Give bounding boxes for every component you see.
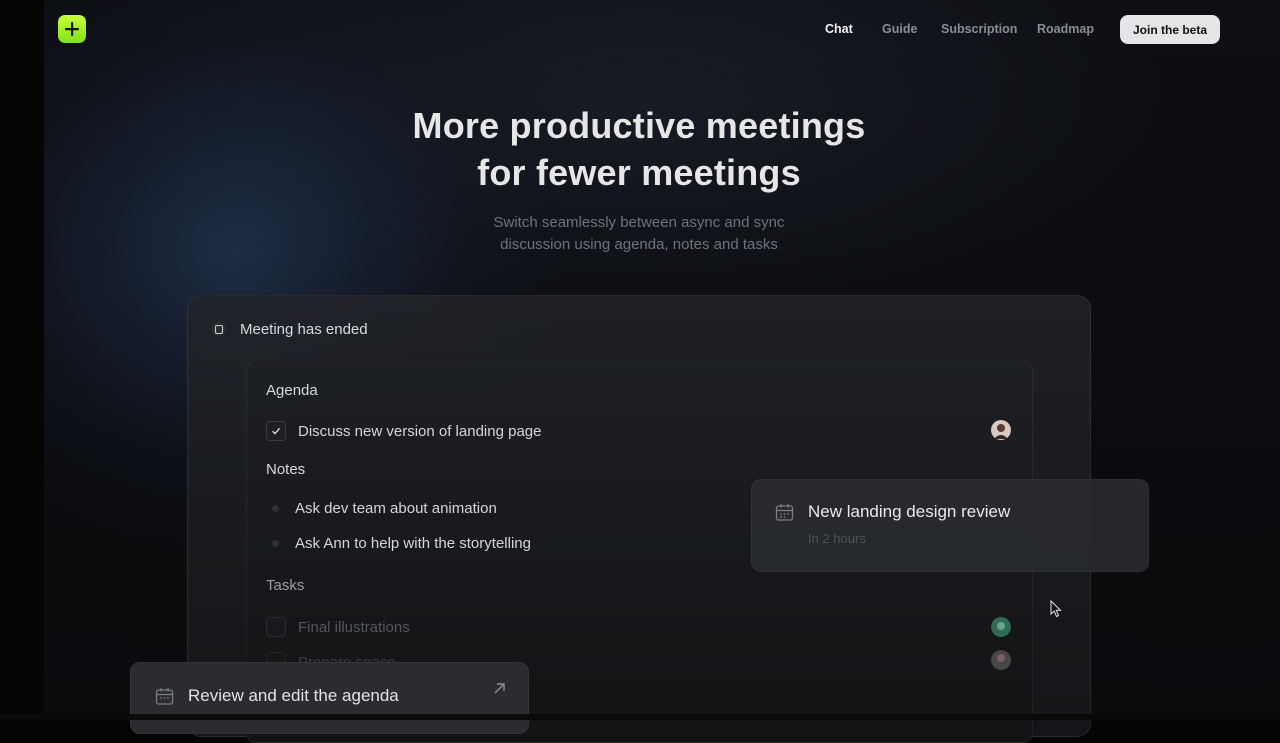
tasks-title: Tasks [266,577,305,594]
hero-title-line-1: More productive meetings [412,105,866,146]
join-beta-button[interactable]: Join the beta [1120,15,1220,44]
status-icon [212,322,226,336]
bullet-dot [272,505,279,512]
bullet-dot [272,540,279,547]
upcoming-meeting-title: New landing design review [808,502,1011,521]
arrow-up-right-icon[interactable] [493,682,506,695]
hero-title: More productive meetings for fewer meeti… [0,102,1278,196]
nav-roadmap[interactable]: Roadmap [1037,20,1094,38]
note-label: Ask dev team about animation [295,500,497,517]
task-label: Final illustrations [298,618,410,636]
avatar [991,617,1011,637]
agenda-item-label: Discuss new version of landing page [298,422,542,440]
hero-subtitle-line-1: Switch seamlessly between async and sync [493,214,785,231]
check-icon [272,427,281,435]
upcoming-meeting-card[interactable] [751,479,1149,572]
avatar [991,420,1011,440]
agenda-checkbox[interactable] [266,421,286,441]
bottom-edge [0,714,1280,720]
agenda-title: Agenda [266,382,318,399]
clipboard-icon [214,324,224,334]
note-item[interactable]: Ask dev team about animation [266,500,497,517]
upcoming-meeting-time: In 2 hours [808,531,866,546]
agenda-item[interactable]: Discuss new version of landing page [266,421,541,441]
hero-title-line-2: for fewer meetings [477,152,801,193]
hero-subtitle: Switch seamlessly between async and sync… [0,212,1278,256]
notes-title: Notes [266,461,306,478]
nav-guide[interactable]: Guide [882,20,917,38]
user-avatar-icon [991,650,1011,670]
note-item[interactable]: Ask Ann to help with the storytelling [266,535,531,552]
user-avatar-icon [991,617,1011,637]
meeting-status: Meeting has ended [212,319,368,339]
task-checkbox[interactable] [266,617,286,637]
avatar [991,650,1011,670]
top-nav: Chat Guide Subscription Roadmap [0,20,1280,40]
task-item[interactable]: Final illustrations [266,617,410,637]
note-label: Ask Ann to help with the storytelling [295,535,531,552]
calendar-icon [775,504,794,521]
review-agenda-title: Review and edit the agenda [188,686,399,705]
nav-chat[interactable]: Chat [825,20,853,38]
mouse-cursor-icon [1050,600,1062,618]
meeting-status-label: Meeting has ended [240,320,368,338]
calendar-icon [155,688,174,705]
user-avatar-icon [991,420,1011,440]
hero-subtitle-line-2: discussion using agenda, notes and tasks [500,236,778,253]
nav-subscription[interactable]: Subscription [941,20,1017,38]
